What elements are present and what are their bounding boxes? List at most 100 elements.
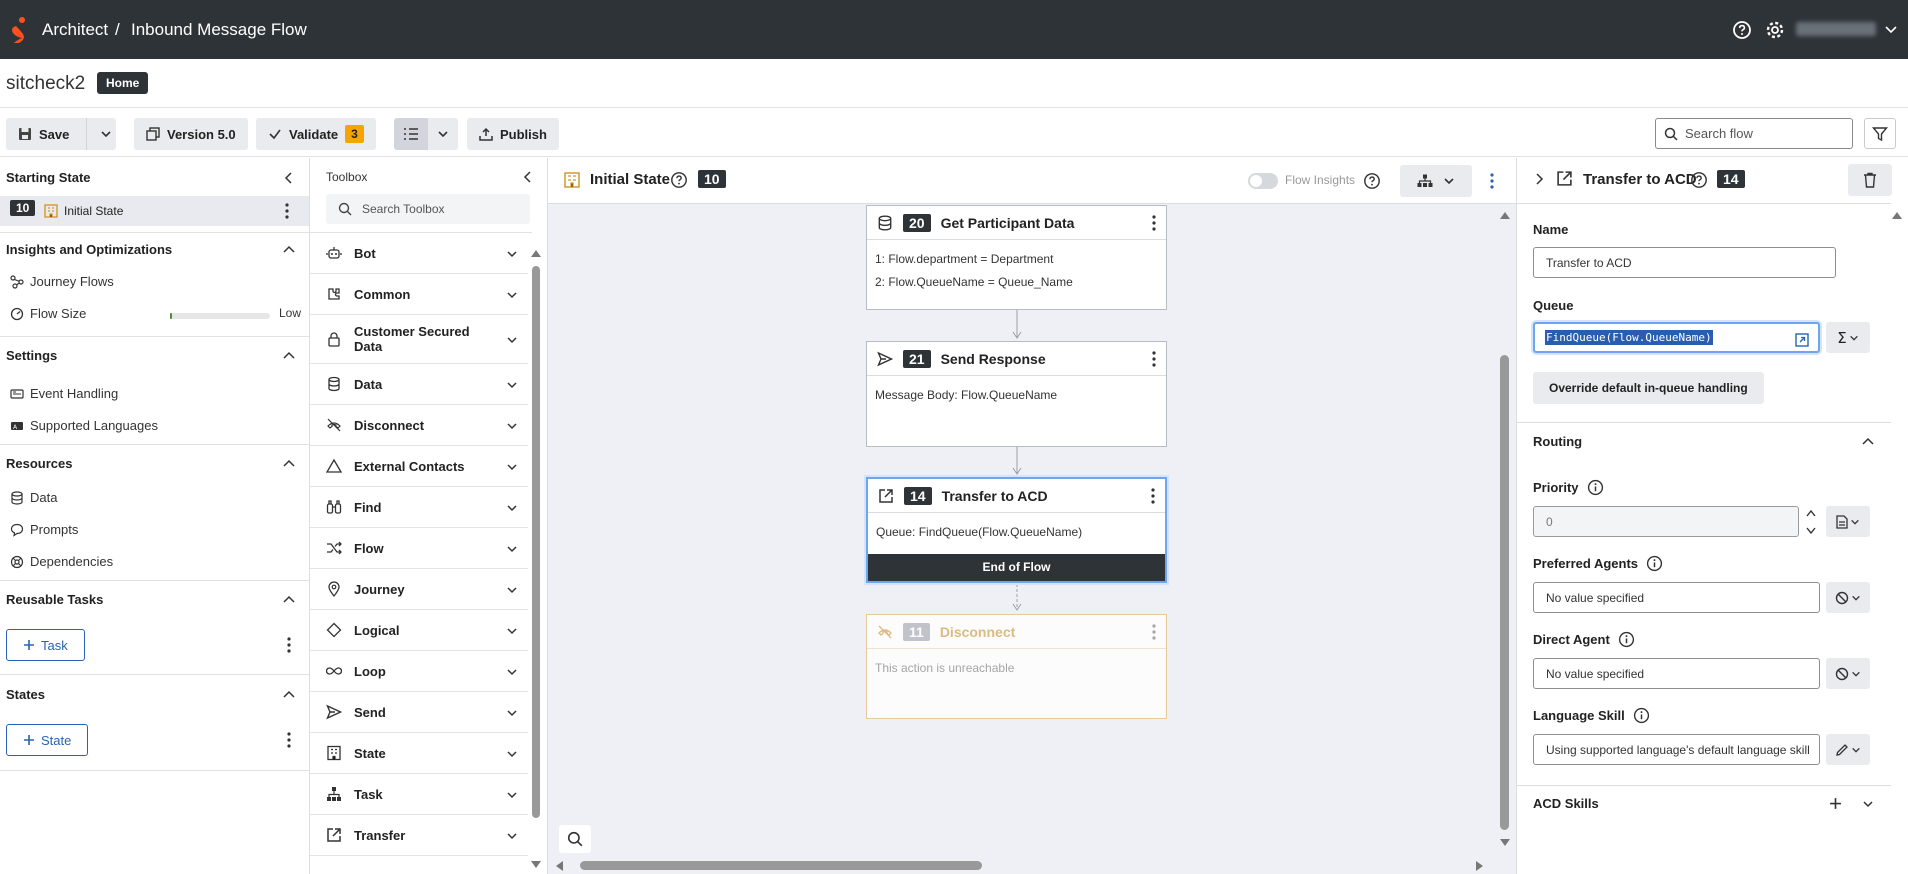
canvas-zoom-button[interactable] [559,825,591,853]
send-response-card[interactable]: 21 Send Response Message Body: Flow.Queu… [866,341,1167,447]
card-menu-icon[interactable] [1152,215,1156,231]
toolbox-item-customer-secured-data[interactable]: Customer Secured Data [310,315,528,364]
states-menu-icon[interactable] [287,732,291,748]
initial-state-menu-icon[interactable] [285,203,289,219]
toolbox-item-flow[interactable]: Flow [310,528,528,569]
initial-state-label[interactable]: Initial State [64,204,123,218]
add-skill-plus-icon[interactable] [1829,797,1842,810]
collapse-insights-chevron-icon[interactable] [283,244,295,256]
toolbox-item-data[interactable]: Data [310,364,528,405]
canvas-scroll-right-icon[interactable] [1475,859,1485,873]
canvas-scroll-up-icon[interactable] [1498,210,1512,220]
priority-mode-selector[interactable] [1826,506,1870,537]
override-queue-handling-button[interactable]: Override default in-queue handling [1533,372,1764,404]
transfer-to-acd-card[interactable]: 14 Transfer to ACD Queue: FindQueue(Flow… [866,477,1167,583]
collapse-toolbox-chevron-icon[interactable] [522,171,534,183]
toolbox-item-disconnect[interactable]: Disconnect [310,405,528,446]
queue-mode-selector[interactable]: Σ [1826,322,1870,353]
canvas-menu-icon[interactable] [1490,173,1494,189]
view-toggle-button[interactable] [394,118,458,150]
dependencies-item[interactable]: Dependencies [10,554,113,569]
toolbox-item-find[interactable]: Find [310,487,528,528]
flow-insights-toggle[interactable] [1248,173,1278,189]
app-name-link[interactable]: Architect [42,20,108,40]
direct-agent-mode-selector[interactable] [1826,658,1870,689]
disconnect-card[interactable]: 11 Disconnect This action is unreachable [866,614,1167,719]
filter-button[interactable] [1864,118,1896,149]
layout-options-button[interactable] [1400,165,1472,197]
add-task-button[interactable]: Task [6,629,85,661]
toolbox-item-journey[interactable]: Journey [310,569,528,610]
chevron-down-icon [1849,335,1858,341]
user-menu[interactable] [1796,22,1876,36]
get-participant-data-card[interactable]: 20 Get Participant Data 1: Flow.departme… [866,205,1167,310]
toolbox-item-external-contacts[interactable]: External Contacts [310,446,528,487]
reusable-tasks-menu-icon[interactable] [287,637,291,653]
expand-acd-skills-chevron-icon[interactable] [1862,798,1874,810]
toolbox-item-common[interactable]: Common [310,274,528,315]
panel-scroll-up-icon[interactable] [1890,210,1904,220]
language-skill-mode-selector[interactable] [1826,734,1870,765]
help-icon[interactable] [1732,20,1752,40]
info-icon[interactable] [1633,707,1650,724]
expand-editor-icon[interactable] [1795,333,1809,347]
toolbox-item-logical[interactable]: Logical [310,610,528,651]
toolbox-scrollbar-thumb[interactable] [532,266,540,818]
version-button[interactable]: Version 5.0 [134,118,248,150]
toolbox-item-transfer[interactable]: Transfer [310,815,528,856]
search-toolbox-input[interactable]: Search Toolbox [326,194,530,224]
data-item[interactable]: Data [10,490,57,505]
validate-button[interactable]: Validate 3 [256,118,376,150]
help-icon[interactable] [1363,172,1381,190]
search-flow-input[interactable]: Search flow [1655,118,1853,149]
preferred-agents-input[interactable]: No value specified [1533,582,1820,613]
collapse-states-chevron-icon[interactable] [283,689,295,701]
direct-agent-input[interactable]: No value specified [1533,658,1820,689]
add-state-button[interactable]: State [6,724,89,756]
collapse-routing-chevron-icon[interactable] [1862,436,1874,448]
routing-heading: Routing [1533,434,1583,449]
queue-expression-input[interactable]: FindQueue(Flow.QueueName) [1533,322,1820,353]
delete-action-button[interactable] [1848,164,1892,196]
scroll-up-arrow-icon[interactable] [529,248,543,258]
info-icon[interactable] [1618,631,1635,648]
toolbox-item-bot[interactable]: Bot [310,233,528,274]
toolbox-item-send[interactable]: Send [310,692,528,733]
supported-languages-item[interactable]: A Supported Languages [10,418,158,433]
search-toolbox-placeholder: Search Toolbox [362,202,445,216]
preferred-agents-mode-selector[interactable] [1826,582,1870,613]
canvas-horizontal-scrollbar-thumb[interactable] [580,861,982,870]
prompts-item[interactable]: Prompts [10,522,78,537]
publish-button[interactable]: Publish [467,118,559,150]
card-menu-icon[interactable] [1152,624,1156,640]
collapse-settings-chevron-icon[interactable] [283,350,295,362]
canvas-scroll-down-icon[interactable] [1498,838,1512,848]
settings-gear-icon[interactable] [1765,20,1785,40]
info-icon[interactable] [1646,555,1663,572]
journey-flows-item[interactable]: Journey Flows [10,274,114,289]
user-menu-chevron-icon[interactable] [1885,26,1897,34]
priority-input[interactable]: 0 [1533,506,1799,537]
toolbox-item-task[interactable]: Task [310,774,528,815]
save-button[interactable]: Save [6,118,116,150]
collapse-panel-chevron-icon[interactable] [283,172,295,184]
canvas-vertical-scrollbar-thumb[interactable] [1500,355,1509,830]
view-options-chevron-icon[interactable] [437,128,449,140]
save-options-chevron-icon[interactable] [100,128,112,140]
collapse-resources-chevron-icon[interactable] [283,458,295,470]
toolbox-item-state[interactable]: State [310,733,528,774]
card-menu-icon[interactable] [1151,488,1155,504]
expand-panel-chevron-icon[interactable] [1535,173,1545,185]
canvas-scroll-left-icon[interactable] [554,859,564,873]
scroll-down-arrow-icon[interactable] [529,860,543,870]
help-icon[interactable] [1690,171,1708,189]
toolbox-item-loop[interactable]: Loop [310,651,528,692]
event-handling-item[interactable]: Event Handling [10,386,118,401]
language-skill-input[interactable]: Using supported language's default langu… [1533,734,1820,765]
info-icon[interactable] [1587,479,1604,496]
name-input[interactable]: Transfer to ACD [1533,247,1836,278]
priority-stepper-icon[interactable] [1805,508,1817,536]
help-icon[interactable] [670,171,688,189]
collapse-reusable-tasks-chevron-icon[interactable] [283,594,295,606]
card-menu-icon[interactable] [1152,351,1156,367]
